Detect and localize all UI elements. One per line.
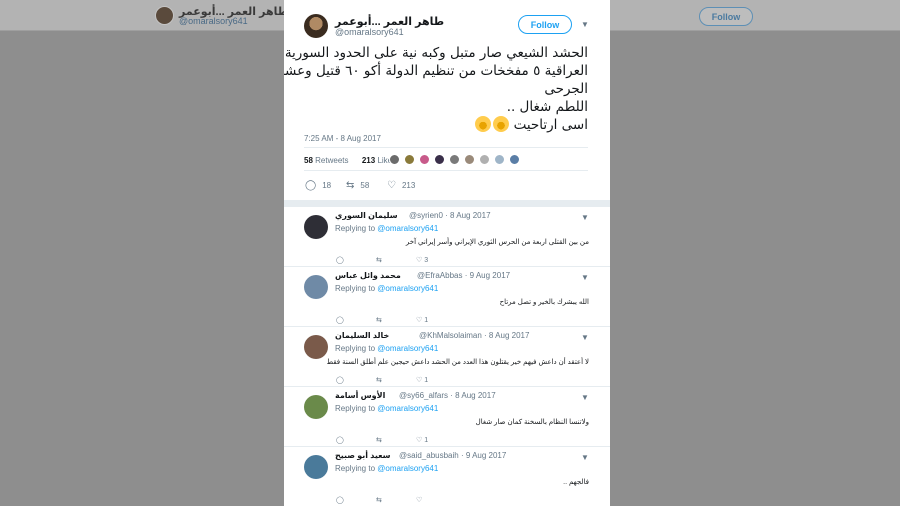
- heart-icon[interactable]: ♡ 1: [416, 316, 428, 324]
- reply-tweet[interactable]: خالد السليمان @KhMalsolaiman · 8 Aug 2017…: [284, 326, 610, 386]
- topbar-follow-button[interactable]: Follow: [699, 7, 753, 26]
- chevron-down-icon[interactable]: ▼: [580, 273, 590, 283]
- liker-avatar[interactable]: [464, 154, 475, 165]
- chevron-down-icon[interactable]: ▼: [580, 453, 590, 463]
- tweet-line: اسى ارتاحيت: [513, 117, 588, 133]
- liker-avatar[interactable]: [494, 154, 505, 165]
- tweet-text: الحشد الشيعي صار متبل وكبه نية على الحدو…: [284, 44, 588, 134]
- reply-author-handle[interactable]: @syrien0 · 8 Aug 2017: [409, 211, 491, 220]
- topbar-handle: @omaralsory641: [179, 16, 248, 26]
- reply-count: 18: [322, 181, 332, 190]
- replying-to-link[interactable]: @omaralsory641: [377, 344, 438, 353]
- tweet-line: اللطم شغال ..: [506, 99, 588, 115]
- reply-text: لا أعتقد أن داعش فيهم خير يقتلون هذا الع…: [326, 359, 589, 366]
- retweet-icon[interactable]: ⇆: [376, 436, 382, 444]
- replying-to-link[interactable]: @omaralsory641: [377, 224, 438, 233]
- retweets-label[interactable]: Retweets: [315, 156, 348, 165]
- reply-author-handle[interactable]: @sy66_alfars · 8 Aug 2017: [399, 391, 496, 400]
- heart-icon[interactable]: ♡: [416, 496, 422, 504]
- liker-avatar[interactable]: [434, 154, 445, 165]
- divider: [304, 170, 588, 171]
- liker-avatar[interactable]: [509, 154, 520, 165]
- retweets-count[interactable]: 58: [304, 156, 313, 165]
- reply-tweet[interactable]: سعيد أبو صبيح @said_abusbaih · 9 Aug 2017…: [284, 446, 610, 506]
- tweet-line: الجرحى: [544, 81, 588, 97]
- chevron-down-icon[interactable]: ▼: [580, 213, 590, 223]
- replying-to-link[interactable]: @omaralsory641: [377, 284, 438, 293]
- retweet-icon[interactable]: ⇆: [376, 496, 382, 504]
- reply-icon[interactable]: ◯: [336, 436, 344, 444]
- reply-author-name[interactable]: خالد السليمان: [335, 331, 389, 340]
- follow-button[interactable]: Follow: [518, 15, 572, 34]
- reply-author-name[interactable]: سليمان السوري: [335, 211, 398, 220]
- retweet-icon[interactable]: ⇆: [376, 316, 382, 324]
- reply-text: الله يبشرك بالخير و تصل مرتاح: [499, 299, 589, 306]
- reply-author-handle[interactable]: @KhMalsolaiman · 8 Aug 2017: [419, 331, 529, 340]
- retweet-icon: ⇆: [346, 180, 355, 191]
- likes-count[interactable]: 213: [362, 156, 375, 165]
- reply-text: من بين القتلى اربعة من الحرس الثوري الإي…: [405, 239, 589, 246]
- chevron-down-icon[interactable]: ▼: [580, 393, 590, 403]
- reply-author-handle[interactable]: @EfraAbbas · 9 Aug 2017: [417, 271, 510, 280]
- reply-avatar[interactable]: [304, 455, 328, 479]
- tweet-line-last: اسى ارتاحيت: [294, 116, 588, 134]
- author-handle[interactable]: @omaralsory641: [335, 27, 404, 37]
- reply-icon[interactable]: ◯: [336, 376, 344, 384]
- reply-tweet[interactable]: سليمان السوري @syrien0 · 8 Aug 2017 ▼ Reply…: [284, 206, 610, 266]
- tweet-line: الحشد الشيعي صار متبل وكبه نية على الحدو…: [284, 45, 588, 61]
- reply-icon[interactable]: ◯: [336, 316, 344, 324]
- chevron-down-icon[interactable]: ▼: [580, 333, 590, 343]
- reply-avatar[interactable]: [304, 215, 328, 239]
- like-count: 213: [401, 181, 416, 190]
- reply-avatar[interactable]: [304, 335, 328, 359]
- tweet-timestamp[interactable]: 7:25 AM - 8 Aug 2017: [304, 134, 381, 143]
- liker-avatar[interactable]: [419, 154, 430, 165]
- replying-to: Replying to @omaralsory641: [335, 224, 439, 233]
- like-action[interactable]: ♡ 213: [387, 180, 415, 191]
- reply-author-name[interactable]: الأوس أسامة: [335, 391, 385, 400]
- reply-text: فالجهم ..: [563, 479, 589, 486]
- reply-avatar[interactable]: [304, 395, 328, 419]
- heart-icon[interactable]: ♡ 1: [416, 376, 428, 384]
- tweet-stats: 58 Retweets 213 Likes: [304, 156, 396, 165]
- tweet-line: العراقية ٥ مفخخات من تنظيم الدولة أكو ٦٠…: [284, 63, 588, 79]
- replying-to: Replying to @omaralsory641: [335, 284, 439, 293]
- replying-to: Replying to @omaralsory641: [335, 404, 439, 413]
- reply-text: ولاتنسا النظام بالسخنة كمان صار شغال: [475, 419, 589, 426]
- retweet-count: 58: [360, 181, 370, 190]
- grinning-sweat-emoji-icon: [493, 116, 510, 132]
- heart-icon[interactable]: ♡ 3: [416, 256, 428, 264]
- reply-avatar[interactable]: [304, 275, 328, 299]
- liker-avatar[interactable]: [479, 154, 490, 165]
- reply-author-name[interactable]: محمد وائل عباس: [335, 271, 401, 280]
- heart-icon[interactable]: ♡ 1: [416, 436, 428, 444]
- topbar-avatar[interactable]: [155, 6, 174, 25]
- reply-icon[interactable]: ◯: [336, 496, 344, 504]
- divider: [304, 147, 588, 148]
- author-avatar[interactable]: [304, 14, 328, 38]
- retweet-icon[interactable]: ⇆: [376, 256, 382, 264]
- heart-icon: ♡: [387, 180, 396, 191]
- liker-avatar[interactable]: [404, 154, 415, 165]
- replying-to-link[interactable]: @omaralsory641: [377, 404, 438, 413]
- reply-author-handle[interactable]: @said_abusbaih · 9 Aug 2017: [399, 451, 506, 460]
- replying-to: Replying to @omaralsory641: [335, 464, 439, 473]
- reply-action[interactable]: ◯ 18: [305, 180, 331, 191]
- liker-avatar[interactable]: [449, 154, 460, 165]
- retweet-action[interactable]: ⇆ 58: [346, 180, 369, 191]
- replying-to-link[interactable]: @omaralsory641: [377, 464, 438, 473]
- liker-avatar[interactable]: [389, 154, 400, 165]
- reply-author-name[interactable]: سعيد أبو صبيح: [335, 451, 391, 460]
- reply-icon[interactable]: ◯: [336, 256, 344, 264]
- retweet-icon[interactable]: ⇆: [376, 376, 382, 384]
- reply-tweet[interactable]: الأوس أسامة @sy66_alfars · 8 Aug 2017 ▼ Rep…: [284, 386, 610, 446]
- reply-icon: ◯: [305, 180, 317, 191]
- tweet-modal: طاهر العمر ...أبوعمر @omaralsory641 Foll…: [284, 0, 610, 506]
- replying-to: Replying to @omaralsory641: [335, 344, 439, 353]
- reply-tweet[interactable]: محمد وائل عباس @EfraAbbas · 9 Aug 2017 ▼ Re…: [284, 266, 610, 326]
- grinning-sweat-emoji-icon: [475, 116, 492, 132]
- chevron-down-icon[interactable]: ▼: [580, 20, 590, 30]
